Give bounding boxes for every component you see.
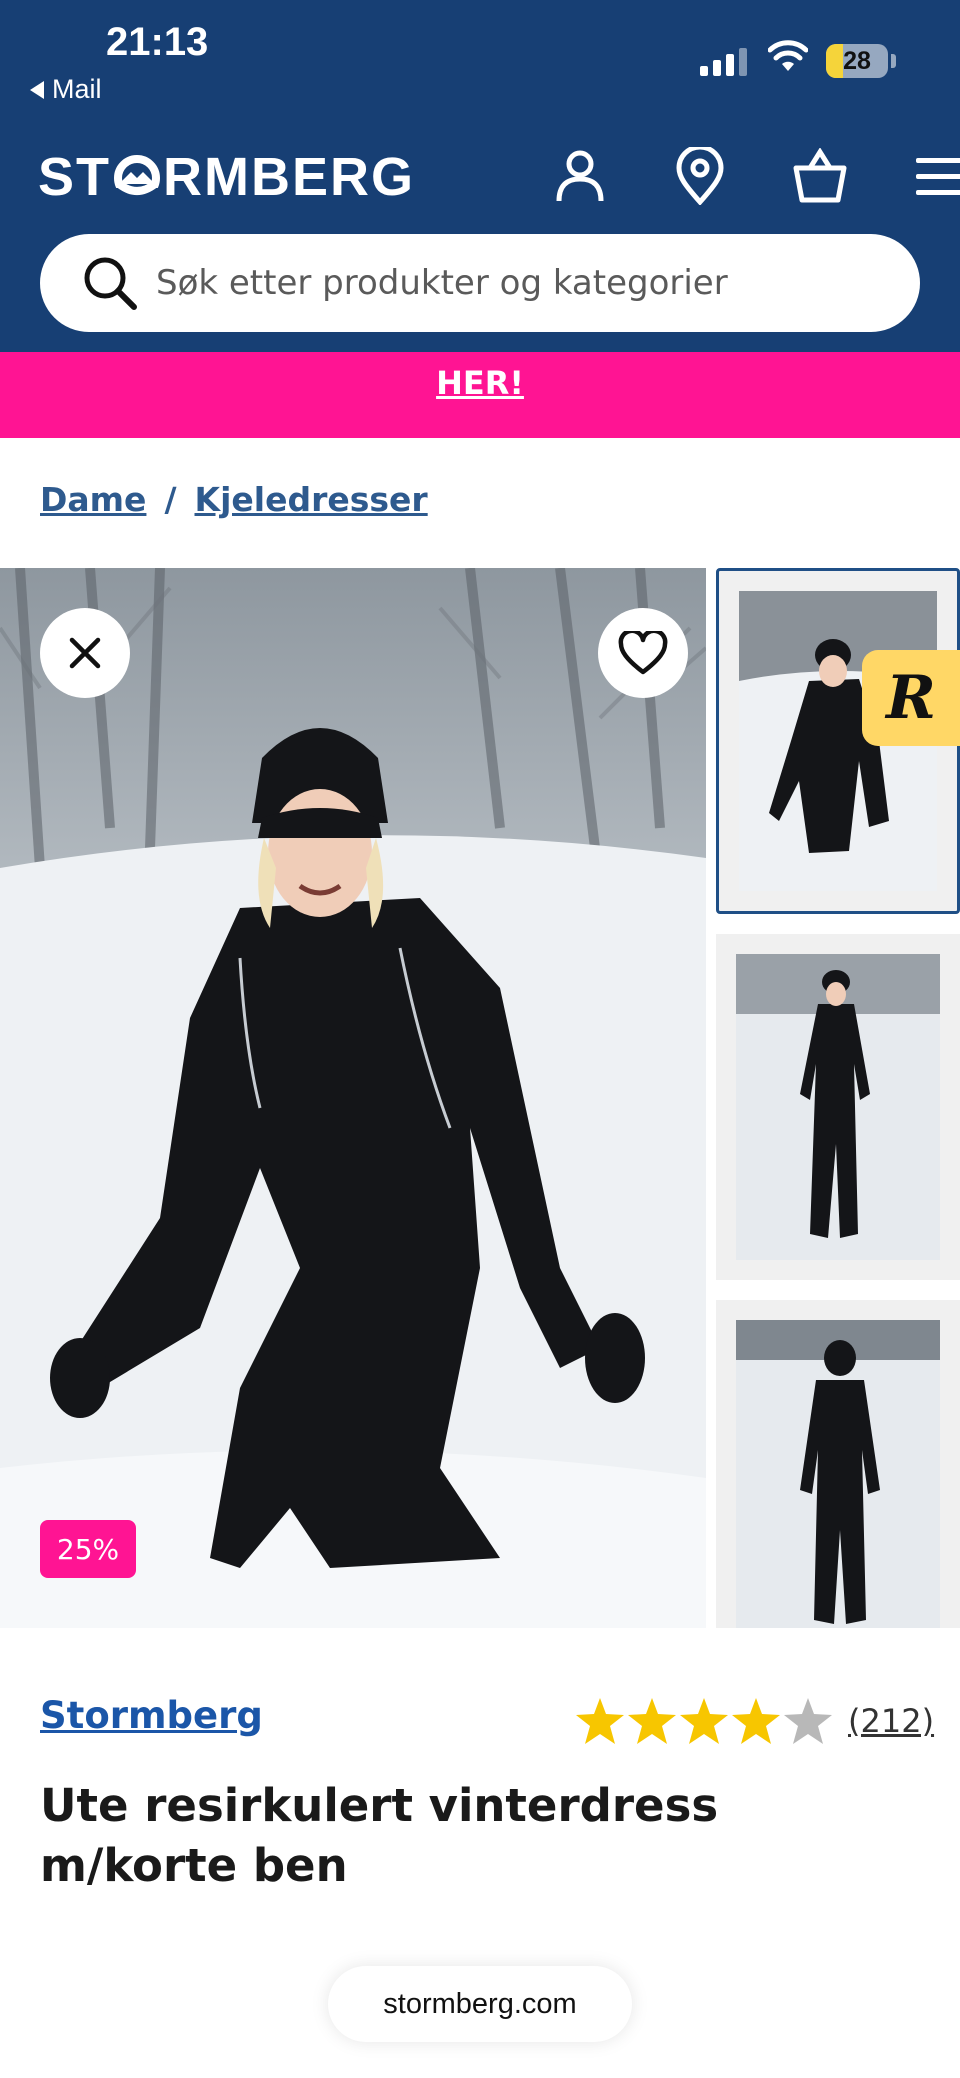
search-input[interactable]: [156, 263, 836, 303]
thumbnail-2[interactable]: [716, 934, 960, 1280]
discount-badge: 25%: [40, 1520, 136, 1578]
star-filled-icon: [680, 1698, 728, 1744]
logo-text-left: ST: [38, 147, 112, 207]
star-empty-icon: [784, 1698, 832, 1744]
account-icon[interactable]: [520, 146, 640, 206]
location-pin-icon[interactable]: [640, 146, 760, 206]
status-time: 21:13: [106, 20, 209, 64]
product-rating[interactable]: (212): [574, 1696, 934, 1746]
promo-banner: HER!: [0, 352, 960, 438]
stormberg-logo[interactable]: ST RMBERG: [38, 146, 415, 208]
heart-icon: [618, 631, 668, 675]
r-app-badge[interactable]: R: [862, 650, 960, 746]
shopping-bag-icon[interactable]: [760, 146, 880, 206]
back-app-label: Mail: [52, 74, 102, 104]
thumbnail-photo: [736, 954, 940, 1260]
brand-link[interactable]: Stormberg: [40, 1694, 263, 1737]
cellular-signal-icon: [700, 46, 747, 76]
header-nav: [520, 146, 960, 206]
favorite-button[interactable]: [598, 608, 688, 698]
logo-text-right: RMBERG: [163, 147, 416, 207]
thumbnail-photo: [736, 1320, 940, 1628]
browser-url-bar[interactable]: stormberg.com: [328, 1966, 632, 2042]
search-icon: [84, 257, 137, 310]
back-to-mail-button[interactable]: Mail: [30, 74, 102, 105]
product-photo: [0, 568, 706, 1628]
close-button[interactable]: [40, 608, 130, 698]
rating-stars: [574, 1696, 834, 1746]
hamburger-menu-icon[interactable]: [880, 146, 960, 206]
breadcrumb-separator: /: [164, 480, 177, 519]
product-main-image[interactable]: 25%: [0, 568, 706, 1628]
star-filled-icon: [732, 1698, 780, 1744]
promo-link[interactable]: HER!: [436, 364, 524, 402]
breadcrumb-item-kjeledresser[interactable]: Kjeledresser: [195, 480, 428, 519]
thumbnail-3[interactable]: [716, 1300, 960, 1628]
search-bar[interactable]: [40, 234, 920, 332]
close-icon: [69, 637, 101, 669]
star-filled-icon: [576, 1698, 624, 1744]
battery-level: 28: [843, 47, 871, 75]
battery-icon: 28: [826, 44, 888, 78]
site-header: 21:13 Mail 28 ST RMBERG: [0, 0, 960, 352]
product-title: Ute resirkulert vinterdress m/korte ben: [40, 1779, 719, 1892]
star-filled-icon: [628, 1698, 676, 1744]
wifi-icon: [768, 40, 808, 71]
back-arrow-icon: [30, 80, 44, 99]
breadcrumb: Dame / Kjeledresser: [40, 480, 428, 519]
review-count[interactable]: (212): [848, 1702, 934, 1740]
breadcrumb-item-dame[interactable]: Dame: [40, 480, 146, 519]
mountain-logo-icon: [113, 153, 162, 202]
